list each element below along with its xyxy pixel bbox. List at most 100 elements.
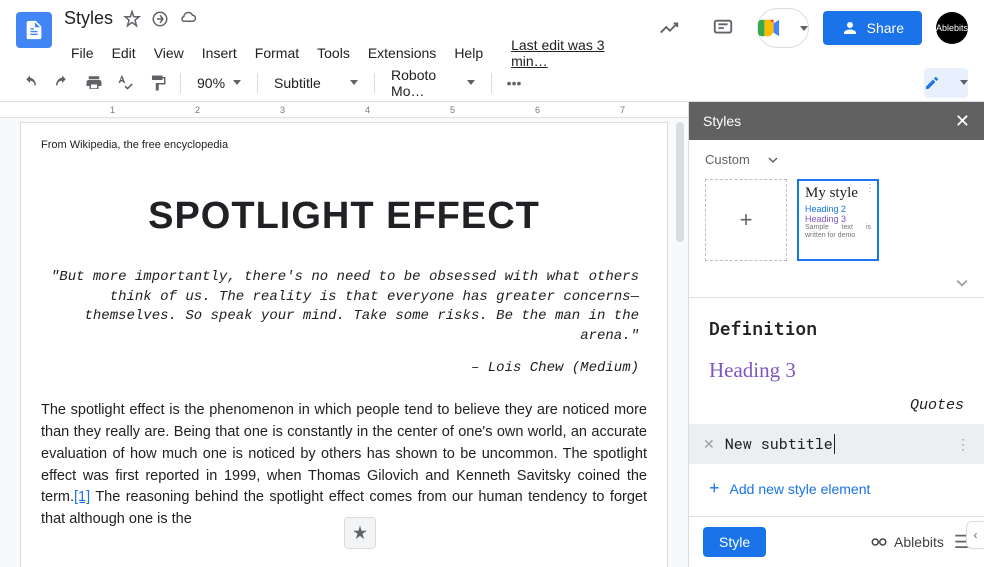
menu-insert[interactable]: Insert bbox=[195, 41, 244, 65]
card-title: My style bbox=[805, 185, 871, 202]
ruler-tick: 3 bbox=[280, 105, 285, 115]
sidepanel-header: Styles ✕ bbox=[689, 102, 984, 140]
ruler-tick: 2 bbox=[195, 105, 200, 115]
new-subtitle-row[interactable]: ✕ New subtitle ⋮ bbox=[689, 424, 984, 464]
title-area: Styles File Edit View Insert Format Tool… bbox=[64, 8, 649, 73]
ruler[interactable]: 1 2 3 4 5 6 7 bbox=[0, 102, 688, 118]
editing-mode-button[interactable] bbox=[924, 68, 968, 98]
ruler-tick: 7 bbox=[620, 105, 625, 115]
ruler-tick: 6 bbox=[535, 105, 540, 115]
ruler-tick: 1 bbox=[110, 105, 115, 115]
menu-tools[interactable]: Tools bbox=[310, 41, 357, 65]
caret-down-icon bbox=[350, 80, 358, 85]
menu-extensions[interactable]: Extensions bbox=[361, 41, 443, 65]
doc-title[interactable]: Styles bbox=[64, 8, 113, 29]
more-button[interactable]: ••• bbox=[500, 69, 528, 97]
last-edit-link[interactable]: Last edit was 3 min… bbox=[504, 33, 649, 73]
heading3-style[interactable]: Heading 3 bbox=[709, 358, 964, 383]
custom-styleset-selector[interactable]: Custom bbox=[689, 140, 984, 179]
quote-block: "But more importantly, there's no need t… bbox=[41, 268, 647, 346]
wiki-source-note: From Wikipedia, the free encyclopedia bbox=[41, 139, 647, 151]
explore-button[interactable] bbox=[344, 517, 376, 549]
plus-icon: + bbox=[740, 207, 753, 233]
document-title: SPOTLIGHT EFFECT bbox=[41, 195, 647, 238]
zoom-value: 90% bbox=[197, 75, 225, 91]
menu-edit[interactable]: Edit bbox=[105, 41, 143, 65]
quotes-style[interactable]: Quotes bbox=[709, 397, 964, 414]
avatar[interactable]: Ablebits bbox=[936, 12, 968, 44]
sidepanel-body: Custom + ⋮ My style Heading 2 Heading 3 … bbox=[689, 140, 984, 516]
sidepanel-footer: Style Ablebits ☰ bbox=[689, 516, 984, 567]
ruler-tick: 5 bbox=[450, 105, 455, 115]
page[interactable]: From Wikipedia, the free encyclopedia SP… bbox=[20, 122, 668, 567]
card-heading3: Heading 3 bbox=[805, 214, 871, 224]
apply-style-button[interactable]: Style bbox=[703, 527, 766, 557]
chevron-down-icon bbox=[768, 155, 778, 165]
main: 1 2 3 4 5 6 7 From Wikipedia, the free e… bbox=[0, 102, 984, 567]
format-paint-button[interactable] bbox=[144, 69, 172, 97]
font-value: Roboto Mo… bbox=[391, 67, 459, 99]
trends-icon[interactable] bbox=[649, 8, 689, 48]
header-actions: Share Ablebits bbox=[649, 8, 968, 48]
custom-label: Custom bbox=[705, 152, 750, 167]
pen-icon bbox=[924, 75, 940, 91]
card-heading2: Heading 2 bbox=[805, 204, 871, 214]
share-label: Share bbox=[867, 20, 904, 36]
caret-down-icon bbox=[233, 80, 241, 85]
style-card-mystyle[interactable]: ⋮ My style Heading 2 Heading 3 Sample te… bbox=[797, 179, 879, 261]
menu-format[interactable]: Format bbox=[248, 41, 306, 65]
zoom-dropdown[interactable]: 90% bbox=[189, 75, 249, 91]
citation-link[interactable]: [1] bbox=[74, 489, 90, 505]
ablebits-logo[interactable]: Ablebits bbox=[870, 533, 944, 551]
spellcheck-button[interactable] bbox=[112, 69, 140, 97]
print-button[interactable] bbox=[80, 69, 108, 97]
style-value: Subtitle bbox=[274, 75, 321, 91]
add-style-card[interactable]: + bbox=[705, 179, 787, 261]
card-sample: Sample text is written for demo bbox=[805, 224, 871, 241]
expand-toggle[interactable] bbox=[689, 273, 984, 298]
styles-grid: + ⋮ My style Heading 2 Heading 3 Sample … bbox=[689, 179, 984, 273]
new-subtitle-input[interactable]: New subtitle bbox=[725, 434, 835, 454]
ablebits-icon bbox=[870, 533, 888, 551]
share-button[interactable]: Share bbox=[823, 11, 922, 45]
paragraph-style-dropdown[interactable]: Subtitle bbox=[266, 75, 366, 91]
body-paragraph: The spotlight effect is the phenomenon i… bbox=[41, 400, 647, 531]
caret-down-icon bbox=[960, 80, 968, 85]
undo-button[interactable] bbox=[16, 69, 44, 97]
remove-icon[interactable]: ✕ bbox=[703, 436, 715, 453]
comments-icon[interactable] bbox=[703, 8, 743, 48]
ruler-tick: 4 bbox=[365, 105, 370, 115]
redo-button[interactable] bbox=[48, 69, 76, 97]
lock-icon bbox=[841, 19, 859, 37]
collapse-sidepanel-tab[interactable]: ‹ bbox=[966, 521, 984, 549]
caret-down-icon bbox=[800, 26, 808, 31]
scrollbar[interactable] bbox=[676, 122, 684, 242]
close-icon[interactable]: ✕ bbox=[955, 111, 970, 132]
font-dropdown[interactable]: Roboto Mo… bbox=[383, 67, 483, 99]
separator bbox=[180, 73, 181, 93]
move-folder-icon[interactable] bbox=[151, 10, 169, 28]
meet-button[interactable] bbox=[757, 8, 809, 48]
definition-section: Definition Heading 3 Quotes bbox=[689, 298, 984, 424]
menubar: File Edit View Insert Format Tools Exten… bbox=[64, 33, 649, 73]
card-menu-icon[interactable]: ⋮ bbox=[865, 183, 875, 194]
separator bbox=[491, 73, 492, 93]
add-style-label: Add new style element bbox=[730, 481, 871, 497]
plus-icon: + bbox=[709, 478, 720, 499]
styles-sidepanel: Styles ✕ Custom + ⋮ My style Heading 2 H… bbox=[688, 102, 984, 567]
cloud-status-icon[interactable] bbox=[179, 10, 197, 28]
document-area: 1 2 3 4 5 6 7 From Wikipedia, the free e… bbox=[0, 102, 688, 567]
ablebits-label: Ablebits bbox=[894, 534, 944, 550]
kebab-menu-icon[interactable]: ⋮ bbox=[956, 436, 970, 453]
separator bbox=[374, 73, 375, 93]
menu-file[interactable]: File bbox=[64, 41, 101, 65]
separator bbox=[257, 73, 258, 93]
definition-heading[interactable]: Definition bbox=[709, 316, 964, 340]
add-style-element[interactable]: + Add new style element bbox=[689, 464, 984, 513]
menu-view[interactable]: View bbox=[147, 41, 191, 65]
menu-help[interactable]: Help bbox=[447, 41, 490, 65]
star-icon[interactable] bbox=[123, 10, 141, 28]
header: Styles File Edit View Insert Format Tool… bbox=[0, 0, 984, 64]
docs-logo-icon[interactable] bbox=[16, 12, 52, 48]
quote-attribution: – Lois Chew (Medium) bbox=[41, 360, 647, 376]
